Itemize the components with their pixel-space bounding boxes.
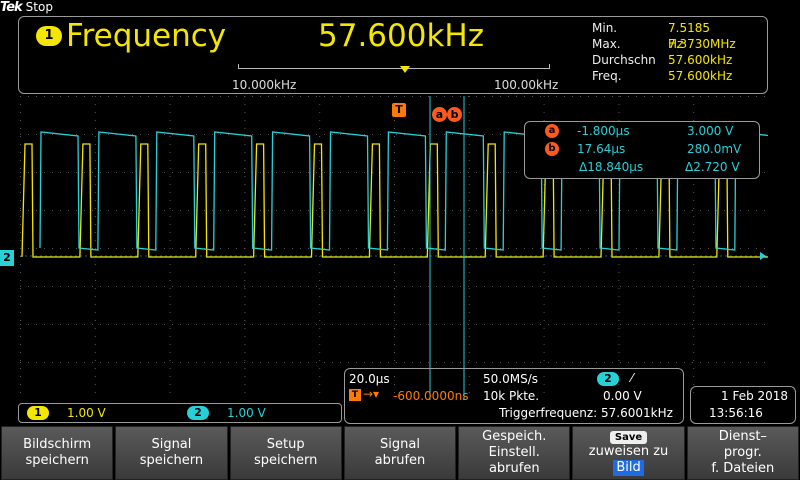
date: 1 Feb 2018 — [721, 389, 789, 403]
ch2-right-marker-icon — [760, 252, 766, 260]
channel-scale-bar: 1 1.00 V 2 1.00 V — [18, 403, 342, 423]
softkey-label: Setup — [266, 437, 305, 452]
horizontal-delay: -600.0000ns — [393, 389, 469, 403]
softkey-save-setup[interactable]: Setup speichern — [229, 426, 342, 480]
range-low-tick — [238, 64, 239, 69]
cursor-b-time: 17.64µs — [577, 142, 626, 156]
softkey-save-screen[interactable]: Bildschirm speichern — [1, 426, 114, 480]
softkey-label: Signal — [380, 437, 420, 452]
softkey-label: speichern — [254, 453, 318, 468]
softkey-label: Einstell. — [488, 445, 540, 460]
softkey-selected-option: Bild — [613, 459, 644, 476]
ch2-scale: 1.00 V — [227, 406, 266, 420]
range-position-marker-icon — [400, 66, 410, 73]
softkey-recall-setup[interactable]: Gespeich. Einstell. abrufen — [458, 426, 571, 480]
sample-rate: 50.0MS/s — [483, 372, 538, 386]
range-low-label: 10.000kHz — [232, 78, 297, 92]
save-button-icon: Save — [609, 430, 648, 444]
delay-trigger-icon: T — [349, 389, 361, 401]
softkey-label: progr. — [723, 445, 762, 460]
timebase-scale: 20.0µs — [349, 372, 390, 386]
cursor-a-time: -1.800µs — [577, 124, 630, 138]
ch2-ground-marker[interactable]: 2 — [0, 250, 14, 266]
softkey-recall-waveform[interactable]: Signal abrufen — [343, 426, 457, 480]
brand-logo: Tek — [0, 0, 23, 15]
range-high-label: 100.00kHz — [494, 78, 559, 92]
softkey-label: Signal — [151, 437, 192, 452]
stat-mean-value: 57.600kHz — [668, 53, 733, 67]
cursor-delta-time: Δ18.840µs — [579, 160, 644, 174]
stat-max-label: Max. — [592, 37, 621, 51]
acq-state: Stop — [25, 0, 53, 14]
cursor-b-icon: b — [545, 142, 559, 156]
cursor-a-volt: 3.000 V — [687, 124, 734, 138]
record-length: 10k Pkte. — [483, 389, 540, 403]
ch1-scale: 1.00 V — [67, 406, 106, 420]
cursor-a-icon: a — [545, 124, 559, 138]
trigger-position-flag[interactable]: T — [392, 103, 406, 117]
ch2-badge[interactable]: 2 — [187, 406, 209, 420]
stat-min-label: Min. — [592, 21, 618, 35]
timebase-trigger-panel[interactable]: 20.0µs 50.0MS/s 2 ⁄ T →▾ -600.0000ns 10k… — [344, 368, 684, 424]
measurement-title: Frequency — [66, 18, 227, 54]
softkey-menu: Bildschirm speichern Signal speichern Se… — [0, 426, 800, 480]
cursor-b-tag: b — [447, 107, 462, 122]
time: 13:56:16 — [709, 406, 763, 420]
measurement-channel-badge: 1 — [36, 26, 62, 46]
softkey-label: Bildschirm — [23, 437, 92, 452]
softkey-label: abrufen — [374, 453, 426, 468]
range-scale-line — [238, 68, 550, 69]
measurement-value: 57.600kHz — [318, 18, 485, 54]
trigger-slope-icon: ⁄ — [631, 371, 634, 385]
softkey-label: f. Dateien — [711, 461, 775, 476]
stat-mean-label: Durchschn — [592, 53, 656, 67]
stat-freq-label: Freq. — [592, 69, 622, 83]
cursor-tags[interactable]: ab — [432, 103, 462, 122]
cursor-delta-row: Δ18.840µs Δ2.720 V — [525, 160, 759, 176]
trigger-channel-badge: 2 — [597, 372, 619, 386]
cursor-readout: a -1.800µs 3.000 V b 17.64µs 280.0mV Δ18… — [524, 121, 760, 179]
softkey-label: Dienst– — [718, 429, 767, 444]
trigger-level: 0.00 V — [603, 389, 642, 403]
range-high-tick — [549, 64, 550, 69]
softkey-file-utilities[interactable]: Dienst– progr. f. Dateien — [686, 426, 799, 480]
cursor-b-volt: 280.0mV — [687, 142, 742, 156]
stat-freq-value: 57.600kHz — [668, 69, 733, 83]
softkey-save-waveform[interactable]: Signal speichern — [115, 426, 228, 480]
date-time-panel: 1 Feb 2018 13:56:16 — [690, 386, 796, 424]
trigger-frequency: Triggerfrequenz: 57.6001kHz — [499, 406, 673, 420]
softkey-label: speichern — [139, 453, 204, 468]
softkey-assign-save[interactable]: Save zuweisen zu Bild — [572, 426, 685, 480]
stat-max-value: 7.3730MHz — [668, 37, 736, 51]
cursor-a-row: a -1.800µs 3.000 V — [525, 124, 759, 140]
cursor-a-tag: a — [432, 107, 447, 122]
delay-arrow-icon: →▾ — [363, 387, 380, 401]
cursor-b-row: b 17.64µs 280.0mV — [525, 142, 759, 158]
ch1-badge[interactable]: 1 — [27, 406, 49, 420]
cursor-delta-volt: Δ2.720 V — [685, 160, 740, 174]
softkey-label: speichern — [25, 453, 89, 468]
softkey-label: zuweisen zu — [588, 443, 669, 459]
softkey-label: abrufen — [488, 461, 540, 476]
softkey-label: Gespeich. — [482, 429, 547, 444]
